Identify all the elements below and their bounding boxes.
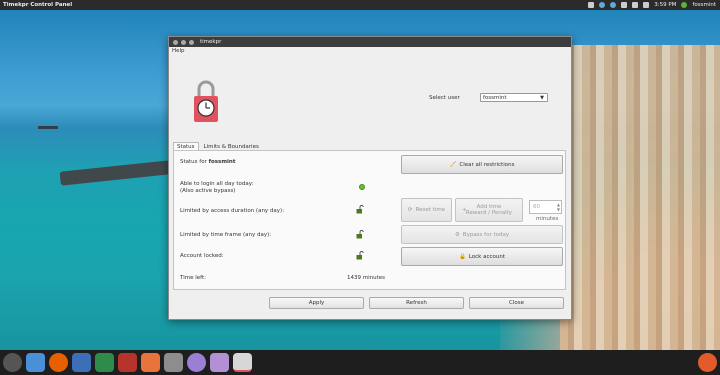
bypass-icon: ⚙ [454, 231, 460, 238]
clock[interactable]: 3:59 PM [654, 2, 676, 8]
editor-icon[interactable] [95, 353, 114, 372]
files-icon[interactable] [26, 353, 45, 372]
menubar: Help [169, 47, 571, 55]
apply-button[interactable]: Apply [269, 297, 364, 309]
open-padlock-icon [356, 230, 364, 239]
account-locked-label: Account locked: [180, 253, 224, 259]
minimize-window-button[interactable] [181, 39, 186, 45]
ship [38, 126, 58, 129]
select-user-label: Select user [429, 95, 460, 101]
minutes-unit-label: minutes [536, 216, 559, 222]
chat-icon[interactable] [610, 2, 617, 8]
tab-status[interactable]: Status [173, 142, 199, 150]
status-user: fossmint [208, 159, 236, 165]
system-tray: 3:59 PM fossmint [588, 0, 716, 10]
time-left-label: Time left: [180, 275, 206, 281]
firefox-icon[interactable] [49, 353, 68, 372]
close-button[interactable]: Close [469, 297, 564, 309]
close-window-button[interactable] [173, 39, 178, 45]
clear-all-restrictions-button[interactable]: 🧹 Clear all restrictions [401, 155, 563, 174]
limited-time-frame-label: Limited by time frame (any day): [180, 232, 272, 238]
limited-duration-label: Limited by access duration (any day): [180, 208, 285, 214]
reset-icon: ⟳ [407, 207, 413, 213]
add-time-button[interactable]: + Add time Reward / Penalty [455, 198, 523, 222]
menu-help[interactable]: Help [172, 48, 185, 54]
volume-icon[interactable] [632, 2, 639, 8]
town-houses [560, 45, 720, 360]
add-icon: + [462, 207, 467, 213]
open-padlock-icon [356, 205, 364, 214]
padlock-clock-icon [194, 80, 218, 122]
battery-icon[interactable] [643, 2, 650, 8]
timekpr-icon[interactable] [233, 353, 252, 372]
session-user[interactable]: fossmint [692, 2, 716, 8]
app-store-icon[interactable] [141, 353, 160, 372]
search-icon[interactable] [187, 353, 206, 372]
pier [59, 160, 171, 186]
maximize-window-button[interactable] [189, 39, 194, 45]
bypass-for-today-button[interactable]: ⚙ Bypass for today [401, 225, 563, 244]
reset-time-button[interactable]: ⟳ Reset time [401, 198, 452, 222]
login-status-indicator-icon [359, 184, 365, 190]
notes-icon[interactable] [588, 2, 595, 8]
tab-bar: Status Limits & Boundaries [173, 142, 263, 150]
gallery-icon[interactable] [210, 353, 229, 372]
timekpr-window: timekpr Help Select user fossmint ▼ Stat… [168, 36, 572, 320]
minutes-spinner[interactable]: 60 ▲ ▼ [529, 200, 562, 214]
time-left-value: 1439 minutes [347, 275, 386, 281]
user-icon[interactable] [681, 2, 688, 8]
status-for-label: Status for fossmint [180, 159, 236, 165]
open-padlock-icon [356, 251, 364, 260]
login-all-day-label: Able to login all day today: (Also activ… [180, 181, 254, 194]
chevron-down-icon: ▼ [540, 95, 544, 101]
power-icon[interactable] [698, 353, 717, 372]
window-titlebar[interactable]: timekpr [169, 37, 571, 47]
refresh-button[interactable]: Refresh [369, 297, 464, 309]
app-title: Timekpr Control Panel [3, 2, 73, 8]
select-user-value: fossmint [483, 94, 507, 101]
ubuntu-icon[interactable] [3, 353, 22, 372]
calendar-icon[interactable] [164, 353, 183, 372]
keyboard-icon[interactable] [621, 2, 628, 8]
network-icon[interactable] [599, 2, 606, 8]
top-panel: Timekpr Control Panel 3:59 PM fossmint [0, 0, 720, 10]
lock-account-button[interactable]: 🔒 Lock account [401, 247, 563, 266]
dock [0, 350, 720, 375]
lock-icon: 🔒 [458, 253, 466, 260]
select-user-dropdown[interactable]: fossmint ▼ [480, 93, 548, 102]
spinner-arrows-icon[interactable]: ▲ ▼ [557, 202, 560, 212]
status-panel: Status for fossmint Able to login all da… [173, 150, 566, 290]
window-title: timekpr [200, 39, 222, 45]
clear-icon: 🧹 [449, 161, 457, 168]
scribus-icon[interactable] [118, 353, 137, 372]
tab-limits-boundaries[interactable]: Limits & Boundaries [200, 142, 263, 150]
terminal-icon[interactable] [72, 353, 91, 372]
